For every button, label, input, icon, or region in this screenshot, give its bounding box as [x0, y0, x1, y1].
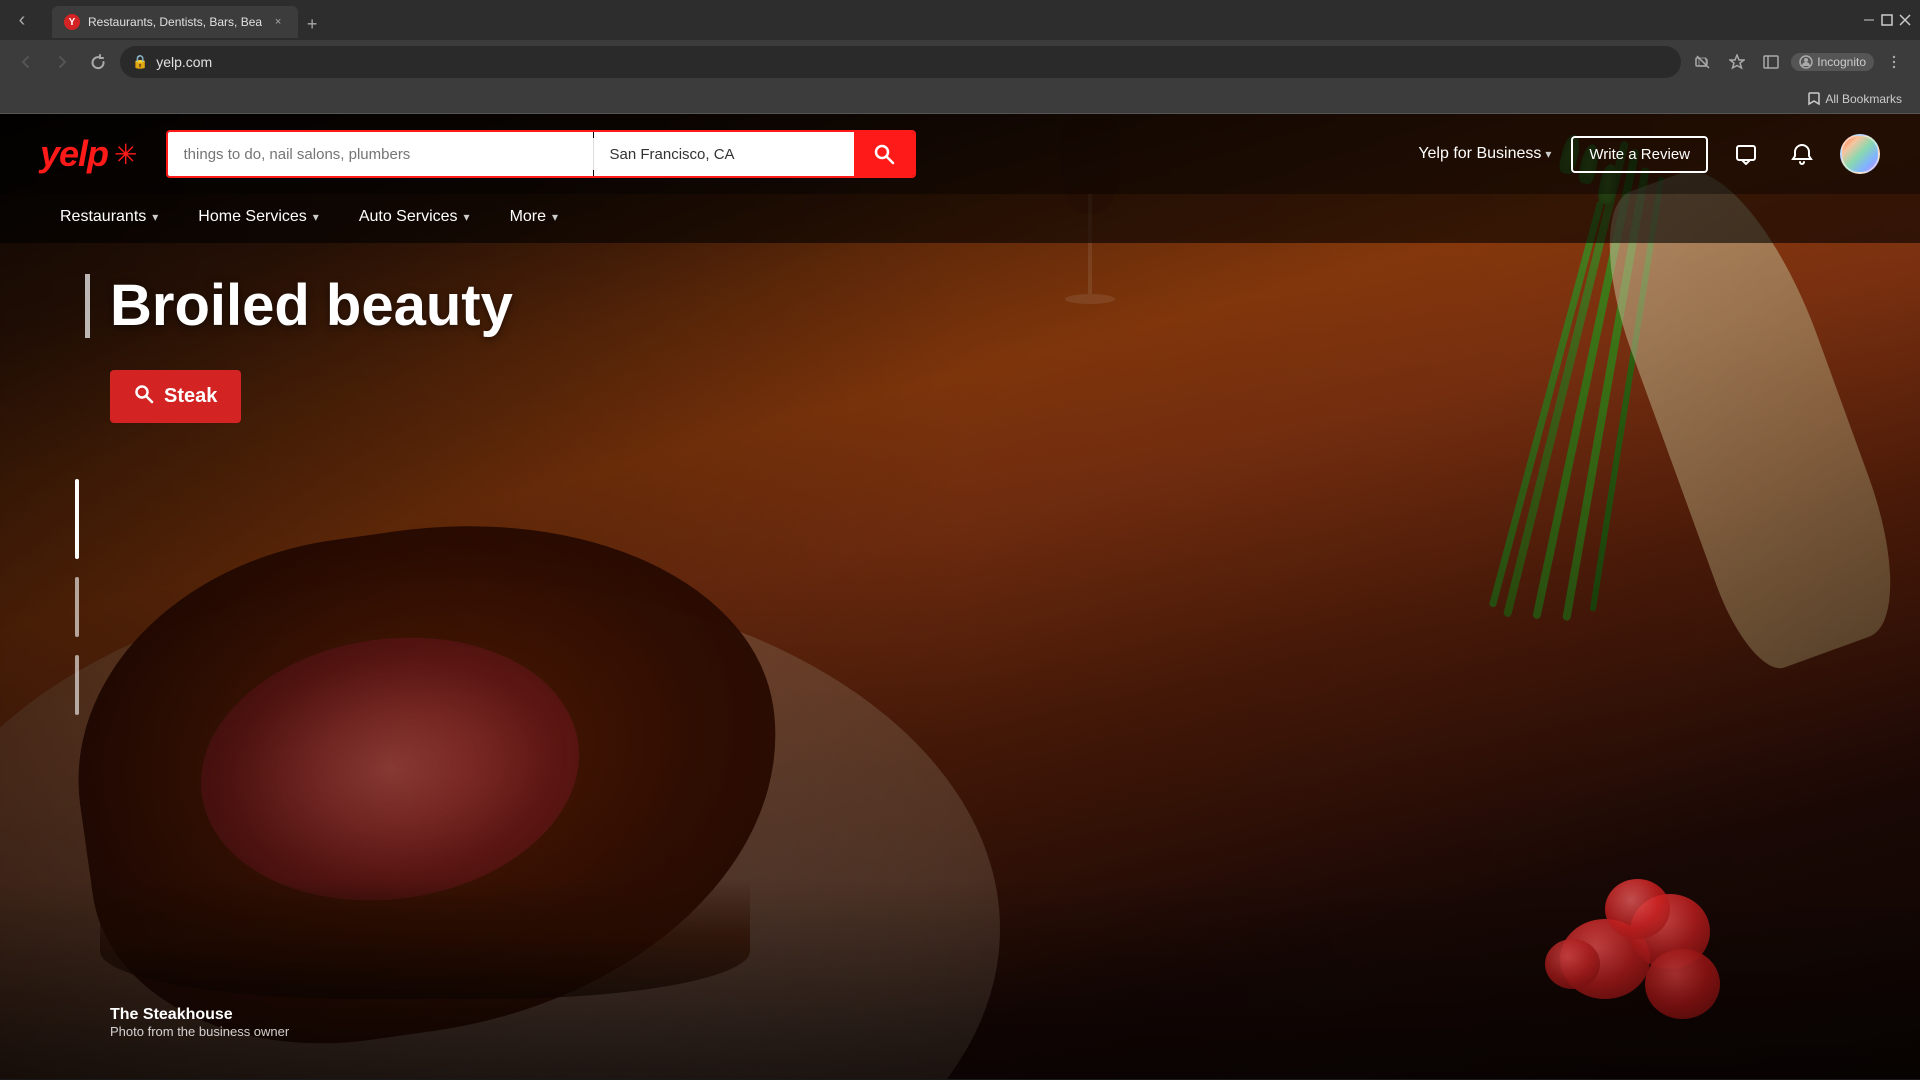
scroll-dot-2: [75, 577, 79, 637]
forward-button[interactable]: [48, 48, 76, 76]
hero-title: Broiled beauty: [110, 274, 513, 338]
nav-item-auto-services[interactable]: Auto Services ▾: [339, 194, 490, 243]
tab-favicon: Y: [64, 14, 80, 30]
yelp-header: yelp ✳ Yelp for Business ▾ Write a Revie…: [0, 114, 1920, 243]
write-review-button[interactable]: Write a Review: [1571, 136, 1708, 173]
messages-icon-button[interactable]: [1728, 136, 1764, 172]
business-name-label: The Steakhouse: [110, 1006, 289, 1024]
nav-item-home-services[interactable]: Home Services ▾: [178, 194, 339, 243]
auto-services-chevron: ▾: [464, 210, 470, 224]
bottom-fade: [0, 879, 1920, 1079]
yelp-logo-text: yelp: [40, 133, 108, 175]
browser-titlebar: ‹ Y Restaurants, Dentists, Bars, Bea × +: [0, 0, 1920, 40]
tab-title: Restaurants, Dentists, Bars, Bea: [88, 15, 262, 29]
search-where-input[interactable]: [594, 132, 854, 176]
nav-item-restaurants[interactable]: Restaurants ▾: [40, 194, 178, 243]
header-actions: Yelp for Business ▾ Write a Review: [1418, 134, 1880, 174]
hero-accent-bar: [85, 274, 90, 338]
yelp-nav: Restaurants ▾ Home Services ▾ Auto Servi…: [0, 194, 1920, 243]
hero-background: [0, 114, 1920, 1079]
address-bar-row: 🔒 yelp.com Incognito: [0, 40, 1920, 84]
address-text: yelp.com: [156, 54, 1669, 70]
yelp-page: yelp ✳ Yelp for Business ▾ Write a Revie…: [0, 114, 1920, 1079]
restaurants-chevron: ▾: [152, 210, 158, 224]
camera-off-icon[interactable]: [1689, 48, 1717, 76]
minimize-button[interactable]: [1862, 13, 1876, 27]
back-button[interactable]: [12, 48, 40, 76]
refresh-button[interactable]: [84, 48, 112, 76]
yelp-logo-burst: ✳: [114, 138, 137, 171]
hero-cta-button[interactable]: Steak: [110, 370, 241, 423]
tab-back-button[interactable]: ‹: [8, 6, 36, 34]
scroll-indicators: [75, 479, 79, 715]
more-chevron: ▾: [552, 210, 558, 224]
hero-content: Broiled beauty Steak: [110, 274, 513, 423]
yelp-logo[interactable]: yelp ✳: [40, 133, 138, 175]
yelp-for-business-link[interactable]: Yelp for Business ▾: [1418, 145, 1551, 163]
photo-credit: The Steakhouse Photo from the business o…: [110, 1006, 289, 1039]
hero-cta-label: Steak: [164, 385, 217, 408]
yelp-topbar: yelp ✳ Yelp for Business ▾ Write a Revie…: [0, 114, 1920, 194]
close-window-button[interactable]: [1898, 13, 1912, 27]
yelp-biz-chevron: ▾: [1545, 147, 1551, 161]
browser-chrome: ‹ Y Restaurants, Dentists, Bars, Bea × +: [0, 0, 1920, 114]
photo-source-label: Photo from the business owner: [110, 1024, 289, 1039]
active-tab[interactable]: Y Restaurants, Dentists, Bars, Bea ×: [52, 6, 298, 38]
notifications-icon-button[interactable]: [1784, 136, 1820, 172]
search-bar: [166, 130, 916, 178]
home-services-chevron: ▾: [313, 210, 319, 224]
incognito-label: Incognito: [1817, 55, 1866, 69]
scroll-dot-1: [75, 479, 79, 559]
search-what-input[interactable]: [168, 132, 593, 176]
address-right-actions: Incognito: [1689, 48, 1908, 76]
new-tab-button[interactable]: +: [298, 10, 326, 38]
sidebar-icon[interactable]: [1757, 48, 1785, 76]
tab-close-button[interactable]: ×: [270, 14, 286, 30]
window-controls-right: [1862, 13, 1912, 27]
address-bar[interactable]: 🔒 yelp.com: [120, 46, 1681, 78]
nav-item-more[interactable]: More ▾: [490, 194, 578, 243]
maximize-button[interactable]: [1880, 13, 1894, 27]
browser-menu-button[interactable]: [1880, 48, 1908, 76]
window-controls: ‹: [8, 6, 36, 34]
lock-icon: 🔒: [132, 54, 148, 70]
hero-title-wrap: Broiled beauty: [110, 274, 513, 338]
bookmark-star-icon[interactable]: [1723, 48, 1751, 76]
user-avatar-button[interactable]: [1840, 134, 1880, 174]
bookmarks-bar: All Bookmarks: [0, 84, 1920, 114]
search-button[interactable]: [854, 132, 914, 176]
all-bookmarks-button[interactable]: All Bookmarks: [1801, 90, 1908, 108]
tab-bar: Y Restaurants, Dentists, Bars, Bea × +: [48, 2, 1858, 38]
search-icon: [134, 384, 154, 409]
scroll-dot-3: [75, 655, 79, 715]
incognito-badge: Incognito: [1791, 53, 1874, 71]
